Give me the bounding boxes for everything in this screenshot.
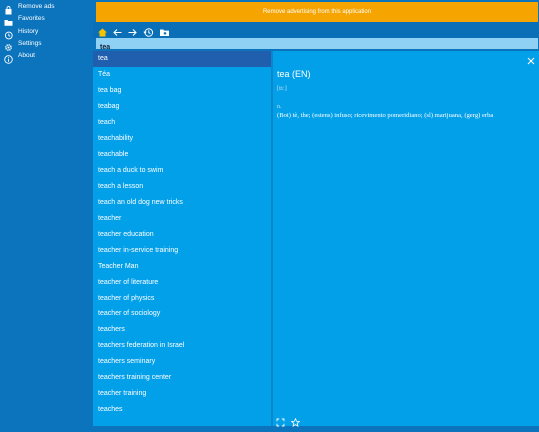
search-bar: [96, 38, 539, 53]
word-list-item[interactable]: teaches: [93, 402, 271, 418]
word-list-item[interactable]: teabag: [93, 99, 271, 115]
sidebar-item-label: Settings: [18, 40, 42, 47]
banner-text: Remove advertising from this application: [262, 9, 372, 15]
home-icon[interactable]: [97, 25, 108, 37]
entry-pronunciation: [tiː]: [277, 85, 287, 92]
word-list-item[interactable]: tea: [93, 51, 271, 67]
history-icon[interactable]: [143, 25, 154, 37]
detail-pane: tea (EN) [tiː] n. (Bot) tè, the; (estens…: [273, 51, 539, 427]
word-list-item[interactable]: teach a lesson: [93, 179, 271, 195]
word-list: tea Téa tea bag teabag teach teachability teac…: [93, 51, 271, 426]
word-list-item[interactable]: teachability: [93, 131, 271, 147]
sidebar-item-label: Favorites: [18, 15, 45, 22]
word-list-item[interactable]: teach an old dog new tricks: [93, 194, 271, 210]
star-icon[interactable]: [290, 414, 301, 427]
folder-icon: [4, 14, 13, 26]
word-list-item[interactable]: Téa: [93, 67, 271, 83]
word-list-item[interactable]: teacher of physics: [93, 290, 271, 306]
bag-icon: [4, 2, 13, 15]
forward-arrow-icon[interactable]: [127, 25, 138, 36]
word-list-item[interactable]: teacher: [93, 210, 271, 226]
word-list-item[interactable]: teachers training center: [93, 370, 271, 386]
sidebar-item-favorites[interactable]: Favorites: [0, 12, 93, 26]
word-list-item[interactable]: teach: [93, 115, 271, 131]
entry-part-of-speech: n.: [277, 104, 282, 110]
entry-title: tea (EN): [277, 69, 311, 79]
history-icon: [4, 27, 13, 40]
word-list-item[interactable]: tea bag: [93, 83, 271, 99]
word-list-item[interactable]: teacher of sociology: [93, 306, 271, 322]
word-list-item[interactable]: teacher in-service training: [93, 242, 271, 258]
fullscreen-icon[interactable]: [276, 414, 285, 427]
folder-icon[interactable]: [159, 25, 170, 36]
entry-definition: (Bot) tè, the; (estens) infuso; ricevime…: [277, 112, 494, 119]
sidebar-item-about[interactable]: About: [0, 49, 93, 64]
word-list-item[interactable]: teachable: [93, 147, 271, 163]
word-list-item[interactable]: teach a duck to swim: [93, 163, 271, 179]
sidebar-item-label: History: [18, 28, 39, 35]
remove-ads-banner[interactable]: Remove advertising from this application: [96, 2, 538, 22]
sidebar-item-label: Remove ads: [18, 3, 55, 10]
word-list-item[interactable]: teachers seminary: [93, 354, 271, 370]
info-icon: [4, 51, 13, 64]
word-list-item[interactable]: teachers federation in Israel: [93, 338, 271, 354]
gear-icon: [4, 39, 13, 51]
sidebar: Remove ads Favorites History Settings Ab…: [0, 0, 93, 426]
close-icon[interactable]: [526, 53, 536, 65]
sidebar-item-label: About: [18, 52, 35, 59]
word-list-item[interactable]: teachers: [93, 322, 271, 338]
word-list-item[interactable]: teacher training: [93, 386, 271, 402]
word-list-item[interactable]: teacher education: [93, 226, 271, 242]
word-list-item[interactable]: teacher of literature: [93, 274, 271, 290]
word-list-item[interactable]: Teacher Man: [93, 258, 271, 274]
back-arrow-icon[interactable]: [112, 25, 123, 36]
toolbar: [93, 22, 539, 38]
